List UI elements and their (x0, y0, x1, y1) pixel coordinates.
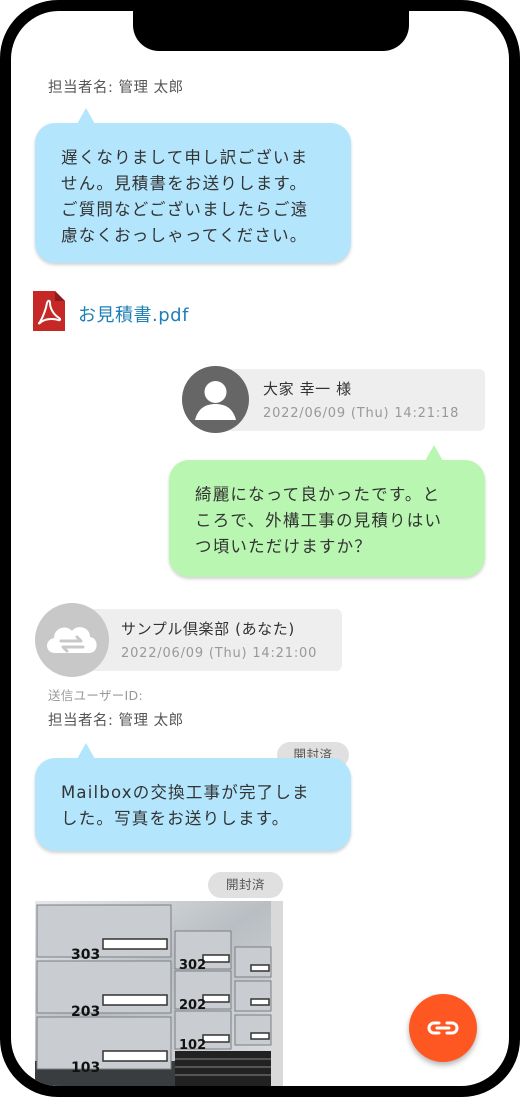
attachment-link[interactable]: お見積書.pdf (78, 301, 189, 327)
pdf-file-icon[interactable] (33, 291, 65, 331)
customer-sender-card: 大家 幸一 様 2022/06/09 (Thu) 14:21:18 (223, 369, 485, 431)
mailbox-number: 202 (179, 998, 207, 1013)
message-line: 綺麗になって良かったです。と (195, 485, 441, 504)
message-line: Mailboxの交換工事が完了しま (61, 783, 310, 802)
person-avatar-icon[interactable] (182, 366, 249, 433)
photo-read-status-badge: 開封済 (208, 872, 283, 898)
bubble-tail (77, 743, 95, 759)
customer-message-bubble: 綺麗になって良かったです。と ころで、外構工事の見積りはい つ頃いただけますか？ (169, 445, 485, 577)
mailbox-number: 102 (179, 1038, 207, 1053)
staff-message-bubble: 遅くなりまして申し訳ございま せん。見積書をお送りします。 ご質問などございまし… (35, 108, 351, 263)
mailbox-number: 103 (71, 1060, 101, 1076)
customer-name: 大家 幸一 様 (263, 380, 352, 398)
company-timestamp: 2022/06/09 (Thu) 14:21:00 (121, 646, 318, 661)
sender-user-id-label: 送信ユーザーID: (48, 688, 143, 703)
staff-message-bubble: Mailboxの交換工事が完了しま した。写真をお送りします。 (35, 743, 351, 851)
message-line: 慮なくおっしゃってください。 (61, 226, 308, 245)
message-line: つ頃いただけますか？ (195, 537, 372, 556)
message-line: せん。見積書をお送りします。 (61, 174, 308, 193)
customer-timestamp: 2022/06/09 (Thu) 14:21:18 (263, 406, 460, 421)
chat-screen: 担当者名: 管理 太郎 遅くなりまして申し訳ございま せん。見積書をお送りします… (11, 11, 509, 1086)
mailbox-photo[interactable]: 303 302 203 202 103 102 (35, 901, 283, 1086)
company-sender-card: サンプル倶楽部 (あなた) 2022/06/09 (Thu) 14:21:00 (75, 609, 342, 671)
company-name: サンプル倶楽部 (あなた) (121, 620, 295, 638)
message-line: ご質問などございましたらご遠 (61, 200, 309, 219)
bubble-tail (425, 445, 443, 461)
message-line: ころで、外構工事の見積りはい (195, 511, 443, 530)
phone-notch (133, 11, 409, 51)
bubble-tail (77, 108, 95, 124)
staff-name-label: 担当者名: 管理 太郎 (48, 713, 184, 729)
mailbox-number: 203 (71, 1004, 101, 1020)
link-fab-button[interactable] (409, 994, 477, 1062)
phone-frame: 担当者名: 管理 太郎 遅くなりまして申し訳ございま せん。見積書をお送りします… (0, 0, 520, 1097)
staff-name-label: 担当者名: 管理 太郎 (48, 80, 184, 96)
message-line: 遅くなりまして申し訳ございま (61, 148, 309, 167)
link-icon (427, 1021, 459, 1035)
mailbox-number: 303 (71, 947, 101, 963)
message-line: した。写真をお送りします。 (61, 809, 290, 828)
cloud-sync-icon[interactable] (35, 603, 109, 677)
mailbox-number: 302 (179, 958, 207, 973)
